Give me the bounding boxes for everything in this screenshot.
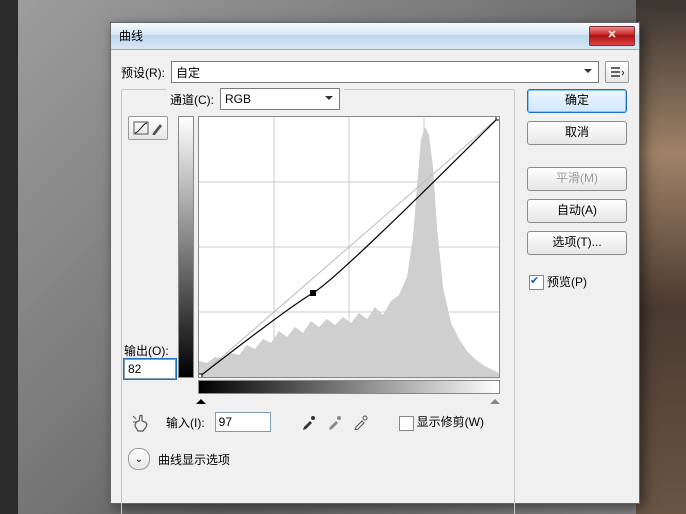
background-image-right xyxy=(636,0,686,514)
curves-plot[interactable] xyxy=(198,116,500,378)
horizontal-gradient-bar xyxy=(198,380,500,394)
curves-plot-svg xyxy=(199,117,499,377)
show-clipping-label: 显示修剪(W) xyxy=(417,415,484,429)
black-point-slider[interactable] xyxy=(196,394,206,404)
curves-dialog: 曲线 ✕ 预设(R): 自定 xyxy=(110,22,640,504)
white-point-slider[interactable] xyxy=(490,394,500,404)
ok-button[interactable]: 确定 xyxy=(527,89,627,113)
eyedropper-white-icon xyxy=(353,414,369,430)
target-adjust-tool[interactable] xyxy=(128,410,156,434)
cancel-button[interactable]: 取消 xyxy=(527,121,627,145)
curves-groupbox: 通道(C): RGB xyxy=(121,89,515,514)
input-label: 输入(I): xyxy=(166,414,205,431)
pencil-icon xyxy=(151,121,163,135)
input-input[interactable]: 97 xyxy=(215,412,271,432)
checkbox-checked-icon xyxy=(529,275,544,290)
titlebar[interactable]: 曲线 ✕ xyxy=(111,23,639,50)
auto-button[interactable]: 自动(A) xyxy=(527,199,627,223)
channel-label: 通道(C): xyxy=(170,91,214,108)
preset-value: 自定 xyxy=(176,64,200,81)
smooth-button[interactable]: 平滑(M) xyxy=(527,167,627,191)
eyedropper-black-icon xyxy=(301,414,317,430)
menu-icon xyxy=(610,66,624,78)
vertical-gradient-bar xyxy=(178,116,194,378)
checkbox-icon xyxy=(399,416,414,431)
channel-value: RGB xyxy=(225,92,251,106)
curve-tool-icon xyxy=(133,121,149,135)
chevron-double-down-icon: ⌄ xyxy=(135,454,143,465)
options-button[interactable]: 选项(T)... xyxy=(527,231,627,255)
hand-point-icon xyxy=(131,412,153,432)
display-options-expander[interactable]: ⌄ xyxy=(128,448,150,470)
close-button[interactable]: ✕ xyxy=(589,26,635,46)
eyedropper-gray-icon xyxy=(327,414,343,430)
channel-dropdown[interactable]: RGB xyxy=(220,88,340,110)
white-eyedropper[interactable] xyxy=(353,414,369,430)
output-label: 输出(O): xyxy=(124,342,172,359)
preview-checkbox[interactable]: 预览(P) xyxy=(529,273,587,290)
output-input[interactable]: 82 xyxy=(124,359,176,379)
gray-eyedropper[interactable] xyxy=(327,414,343,430)
curve-mode-toggle[interactable] xyxy=(128,116,168,140)
preset-dropdown[interactable]: 自定 xyxy=(171,61,599,83)
preset-label: 预设(R): xyxy=(121,64,165,81)
black-eyedropper[interactable] xyxy=(301,414,317,430)
window-title: 曲线 xyxy=(119,29,143,43)
display-options-label: 曲线显示选项 xyxy=(158,451,230,468)
show-clipping-checkbox[interactable]: 显示修剪(W) xyxy=(399,413,484,430)
preview-label: 预览(P) xyxy=(547,275,587,289)
preset-menu-button[interactable] xyxy=(605,61,629,83)
close-icon: ✕ xyxy=(607,29,616,41)
